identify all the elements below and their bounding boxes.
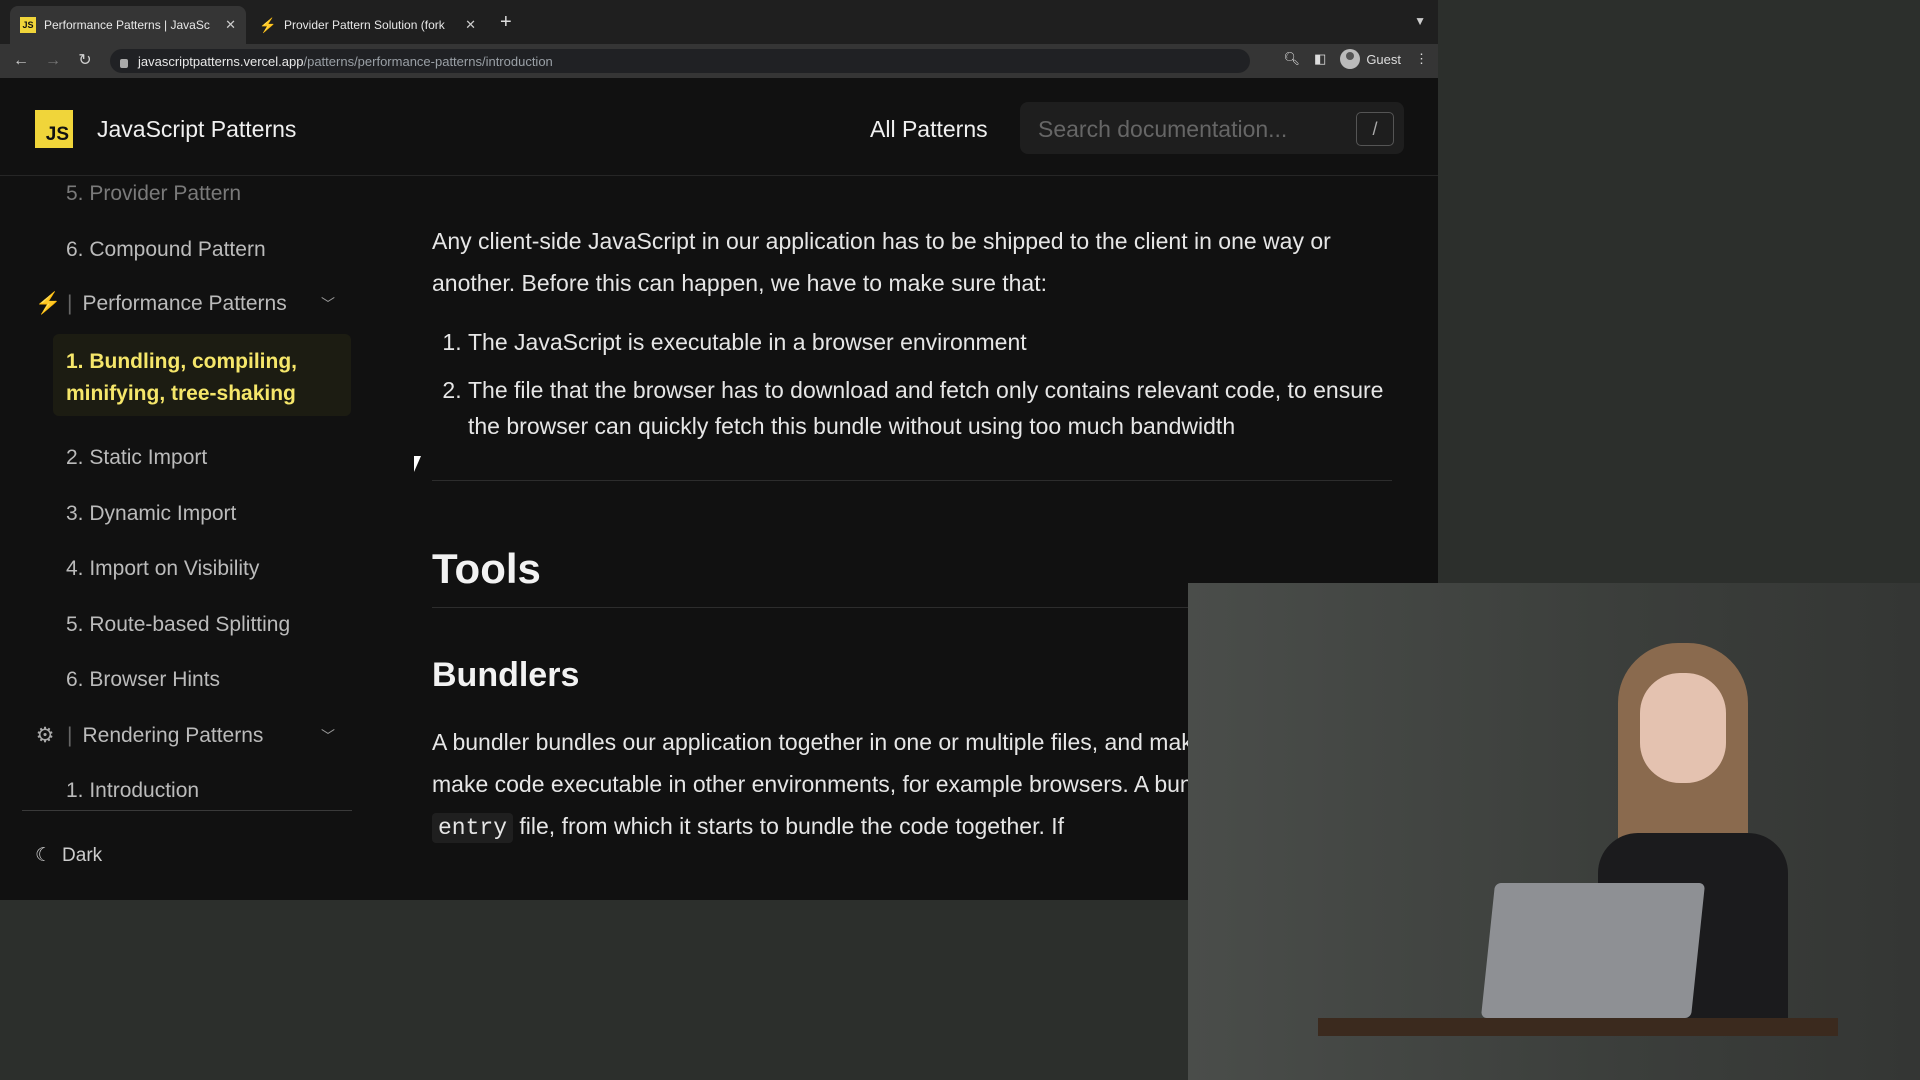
tab-title: Provider Pattern Solution (fork — [284, 18, 445, 32]
sidebar-item-route-based-splitting[interactable]: 5. Route-based Splitting — [66, 613, 290, 637]
sidebar-item-import-on-visibility[interactable]: 4. Import on Visibility — [66, 557, 259, 581]
tab-provider-pattern[interactable]: ⚡ Provider Pattern Solution (fork ✕ — [250, 6, 486, 44]
kebab-menu-icon[interactable]: ⋮ — [1415, 51, 1428, 67]
profile-label: Guest — [1366, 51, 1401, 67]
sidebar-item-dynamic-import[interactable]: 3. Dynamic Import — [66, 502, 236, 526]
presenter-face — [1640, 673, 1726, 783]
list-item: The JavaScript is executable in a browse… — [468, 324, 1392, 360]
site-header: JS JavaScript Patterns All Patterns / — [0, 78, 1438, 176]
sidebar-divider — [22, 810, 352, 811]
sidebar-item-active[interactable]: 1. Bundling, compiling, minifying, tree-… — [53, 334, 351, 416]
address-toolbar: ← → ↻ javascriptpatterns.vercel.app/patt… — [0, 44, 1438, 79]
theme-toggle-label: Dark — [62, 844, 103, 866]
list-item: The file that the browser has to downloa… — [468, 372, 1392, 444]
gear-icon: ⚙ — [35, 724, 55, 747]
inline-code: entry — [432, 813, 514, 843]
search-box[interactable]: / — [1020, 102, 1404, 154]
forward-arrow-icon[interactable]: → — [42, 50, 64, 72]
sidebar-item-compound-pattern[interactable]: 6. Compound Pattern — [66, 238, 266, 262]
bundler-text: file, from which it starts to bundle the… — [513, 813, 1065, 839]
site-title[interactable]: JavaScript Patterns — [97, 116, 296, 143]
section-label: Performance Patterns — [82, 292, 287, 315]
theme-toggle[interactable]: ☾ Dark — [35, 844, 102, 867]
new-tab-button[interactable]: + — [500, 12, 512, 32]
lightning-icon: ⚡ — [35, 292, 62, 315]
presenter-video — [1188, 583, 1920, 1080]
tab-strip: JS Performance Patterns | JavaSc ✕ ⚡ Pro… — [0, 0, 1438, 44]
sidebar-item-provider-pattern[interactable]: 5. Provider Pattern — [66, 182, 241, 206]
search-input[interactable] — [1036, 114, 1340, 144]
lectern-image — [1318, 1018, 1838, 1036]
mouse-cursor-icon — [414, 456, 426, 472]
lightning-icon: ⚡ — [259, 16, 277, 33]
lock-icon — [120, 58, 128, 68]
zoom-icon[interactable]: 🔍︎ — [1284, 51, 1301, 67]
sidebar-section-rendering[interactable]: ⚙ | Rendering Patterns ﹀ — [35, 723, 335, 748]
moon-icon: ☾ — [35, 845, 53, 866]
js-icon: JS — [20, 17, 36, 33]
tab-performance-patterns[interactable]: JS Performance Patterns | JavaSc ✕ — [10, 6, 246, 44]
sidebar-item-static-import[interactable]: 2. Static Import — [66, 446, 207, 470]
sidebar-item-introduction[interactable]: 1. Introduction — [66, 779, 199, 803]
url-host: javascriptpatterns.vercel.app — [138, 53, 304, 69]
section-separator: | — [67, 292, 73, 315]
sidebar-section-performance[interactable]: ⚡ | Performance Patterns ﹀ — [35, 292, 335, 316]
address-bar[interactable]: javascriptpatterns.vercel.app/patterns/p… — [110, 49, 1250, 73]
side-panel-icon[interactable]: ◧ — [1314, 51, 1326, 67]
close-icon[interactable]: ✕ — [465, 17, 476, 33]
url-path: /patterns/performance-patterns/introduct… — [303, 53, 553, 69]
back-arrow-icon[interactable]: ← — [10, 50, 32, 72]
section-label: Rendering Patterns — [82, 723, 264, 747]
js-logo[interactable]: JS — [35, 110, 73, 148]
tab-title: Performance Patterns | JavaSc — [44, 18, 210, 32]
avatar — [1340, 49, 1361, 69]
reload-icon[interactable]: ↻ — [74, 50, 96, 72]
sidebar: 5. Provider Pattern 6. Compound Pattern … — [0, 176, 360, 900]
chevron-down-icon[interactable]: ﹀ — [321, 726, 335, 746]
sidebar-item-browser-hints[interactable]: 6. Browser Hints — [66, 668, 220, 692]
close-icon[interactable]: ✕ — [225, 17, 236, 33]
profile-button[interactable]: Guest — [1340, 49, 1401, 69]
search-shortcut-key: / — [1356, 112, 1394, 146]
section-separator: | — [67, 723, 73, 747]
url-text: javascriptpatterns.vercel.app/patterns/p… — [138, 54, 553, 69]
intro-paragraph: Any client-side JavaScript in our applic… — [432, 228, 1331, 296]
requirements-list: The JavaScript is executable in a browse… — [432, 324, 1392, 444]
divider — [432, 480, 1392, 481]
chevron-down-icon[interactable]: ▼ — [1414, 14, 1426, 28]
laptop-image — [1480, 883, 1706, 1018]
chevron-down-icon[interactable]: ﹀ — [321, 294, 335, 314]
all-patterns-link[interactable]: All Patterns — [870, 116, 988, 143]
